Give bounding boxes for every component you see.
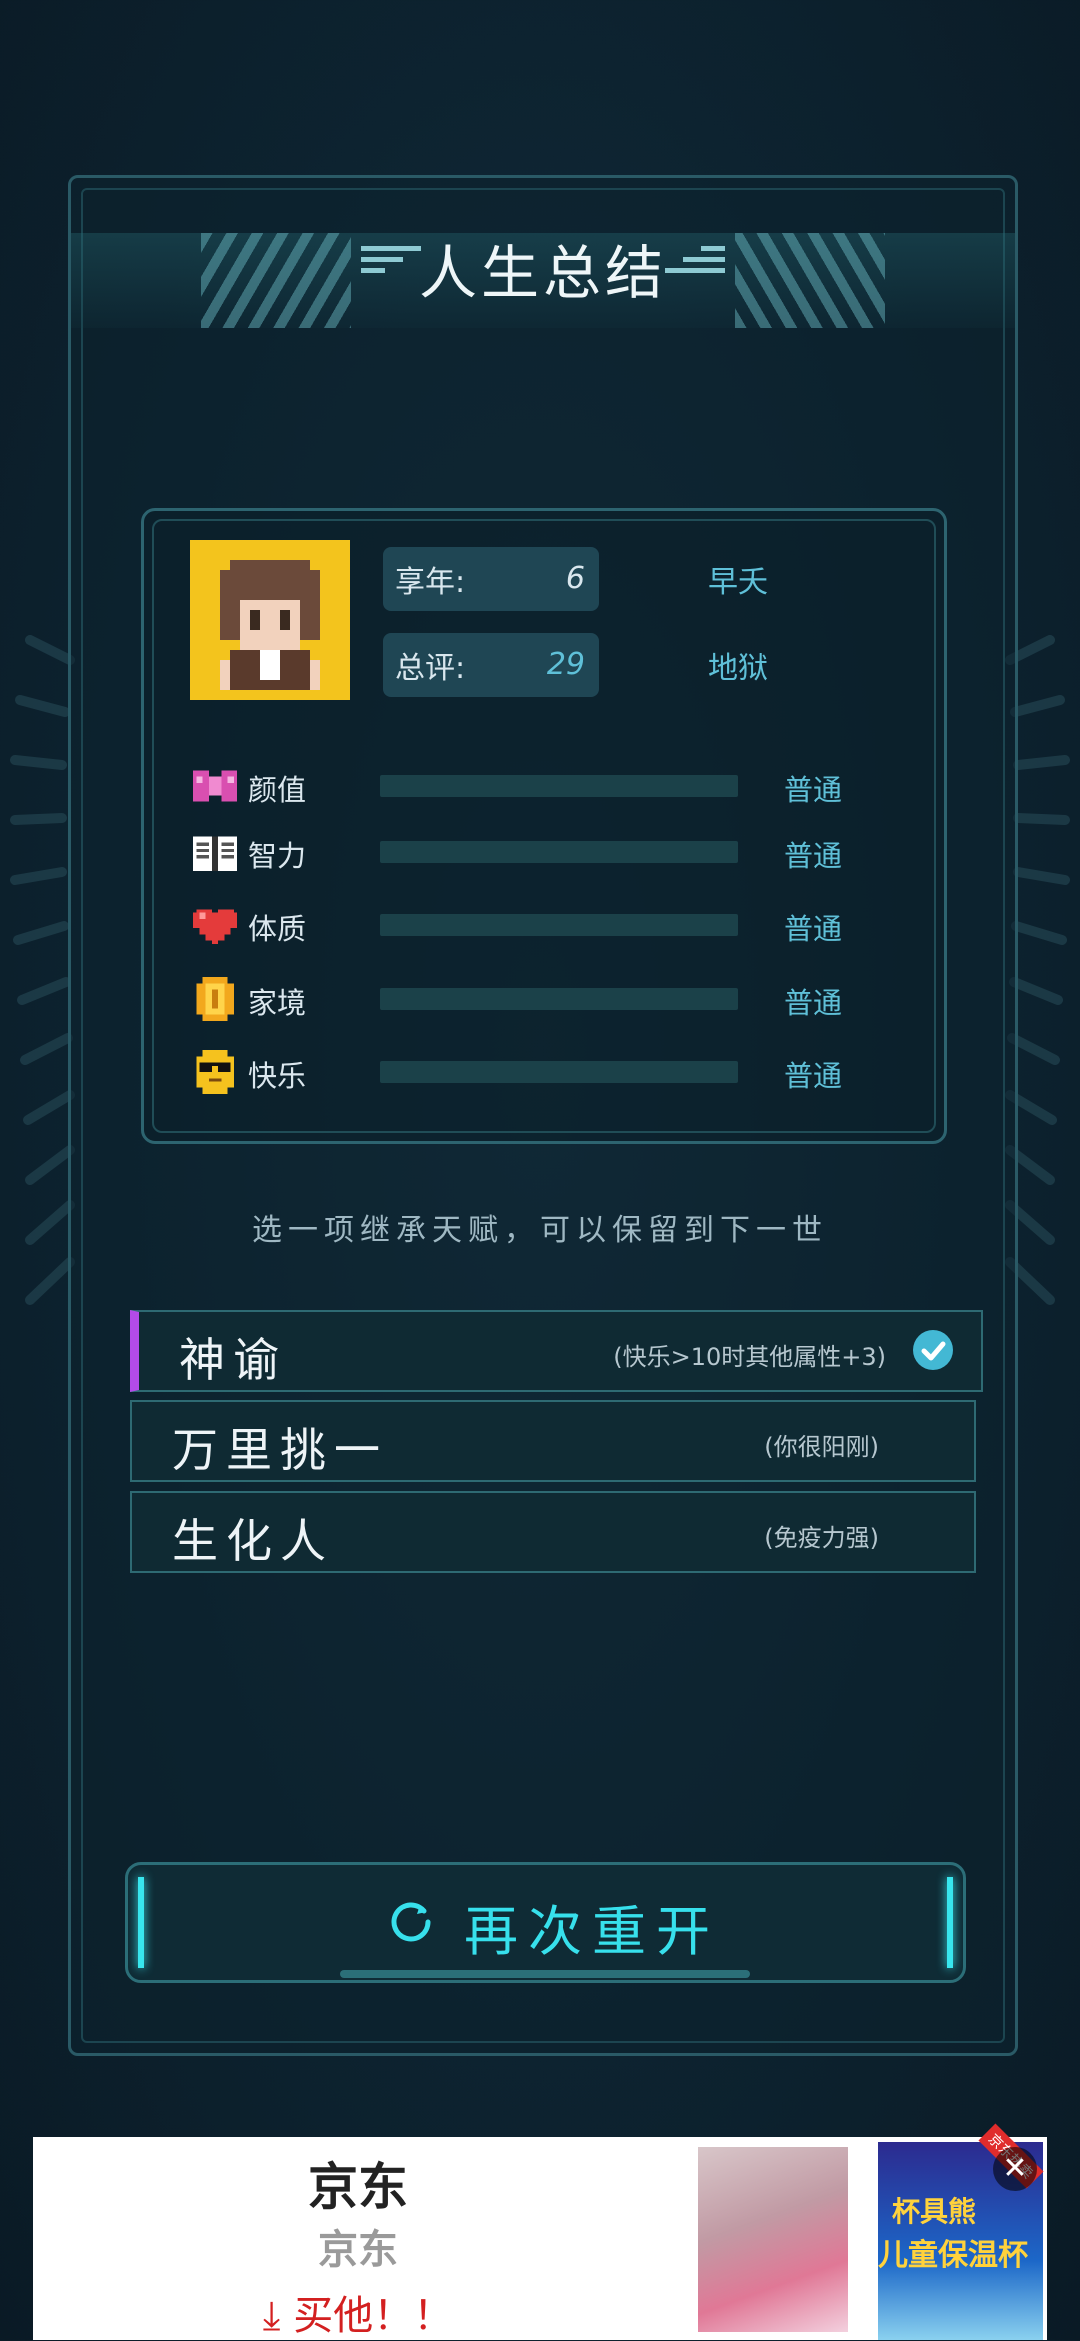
attribute-bar <box>380 1061 738 1083</box>
heart-icon <box>193 909 237 944</box>
talent-name: 生化人 <box>172 1514 334 1568</box>
talent-description: (你很阳刚) <box>764 1433 879 1461</box>
attribute-grade: 普通 <box>784 912 843 946</box>
inherit-hint: 选一项继承天赋，可以保留到下一世 <box>252 1213 828 1248</box>
attribute-bar <box>380 775 738 797</box>
ad-cta[interactable]: ⤓ 买他！！ <box>33 2283 683 2341</box>
attribute-row: 智力 普通 <box>190 827 950 877</box>
attribute-row: 体质 普通 <box>190 900 950 950</box>
attribute-grade: 普通 <box>784 1059 843 1093</box>
attribute-row: 颜值 普通 <box>190 761 950 811</box>
page-title: 人生总结 <box>418 239 667 307</box>
ad-image-text: 杯具熊 <box>892 2195 977 2228</box>
talent-option-selected[interactable]: 神谕 (快乐>10时其他属性+3) <box>130 1310 983 1392</box>
attribute-row: 快乐 普通 <box>190 1047 950 1097</box>
age-row: 享年: 6 <box>383 547 599 611</box>
close-icon[interactable]: ✕ <box>993 2147 1037 2191</box>
score-label: 总评: <box>395 651 466 686</box>
ad-cta-label: 买他！！ <box>293 2293 454 2339</box>
attribute-bar <box>380 988 738 1010</box>
attribute-label: 家境 <box>248 986 307 1020</box>
talent-description: (免疫力强) <box>764 1524 879 1552</box>
score-row: 总评: 29 <box>383 633 599 697</box>
age-value: 6 <box>565 561 585 596</box>
attribute-label: 智力 <box>248 839 307 873</box>
restart-underline <box>340 1970 750 1978</box>
attribute-bar <box>380 914 738 936</box>
pixel-character-icon <box>190 540 350 700</box>
talent-option[interactable]: 万里挑一 (你很阳刚) <box>130 1400 976 1482</box>
attribute-bar <box>380 841 738 863</box>
score-note: 地狱 <box>708 651 768 686</box>
ad-banner[interactable]: 京东 京东 ⤓ 买他！！ 杯具熊 儿童保温杯 京东热卖 ✕ <box>33 2123 1047 2341</box>
attribute-label: 快乐 <box>248 1059 307 1093</box>
bow-icon <box>193 770 237 802</box>
talent-option[interactable]: 生化人 (免疫力强) <box>130 1491 976 1573</box>
restart-label: 再次重开 <box>464 1900 720 1963</box>
summary-panel: 人生总结 <box>68 175 1018 2056</box>
attribute-row: 家境 普通 <box>190 974 950 1024</box>
ad-subtitle: 京东 <box>318 2227 398 2273</box>
talent-description: (快乐>10时其他属性+3) <box>613 1343 886 1371</box>
restart-button[interactable]: 再次重开 <box>125 1862 966 1983</box>
download-arrow-icon: ⤓ <box>262 2293 294 2339</box>
talent-name: 万里挑一 <box>172 1423 388 1477</box>
score-value: 29 <box>546 647 585 682</box>
book-icon <box>193 836 237 871</box>
ad-product-image[interactable] <box>698 2147 848 2332</box>
attribute-label: 体质 <box>248 912 307 946</box>
ad-title: 京东 <box>308 2158 408 2216</box>
attribute-label: 颜值 <box>248 773 307 807</box>
attribute-grade: 普通 <box>784 773 843 807</box>
ad-image-text: 儿童保温杯 <box>878 2238 1028 2273</box>
attribute-grade: 普通 <box>784 986 843 1020</box>
sunglasses-face-icon <box>196 1050 234 1094</box>
age-label: 享年: <box>395 565 466 600</box>
refresh-icon <box>391 1902 431 1942</box>
talent-name: 神谕 <box>179 1333 287 1387</box>
coin-icon <box>196 977 234 1021</box>
check-icon <box>913 1330 953 1370</box>
age-note: 早夭 <box>708 565 768 600</box>
attribute-grade: 普通 <box>784 839 843 873</box>
avatar <box>190 540 350 700</box>
